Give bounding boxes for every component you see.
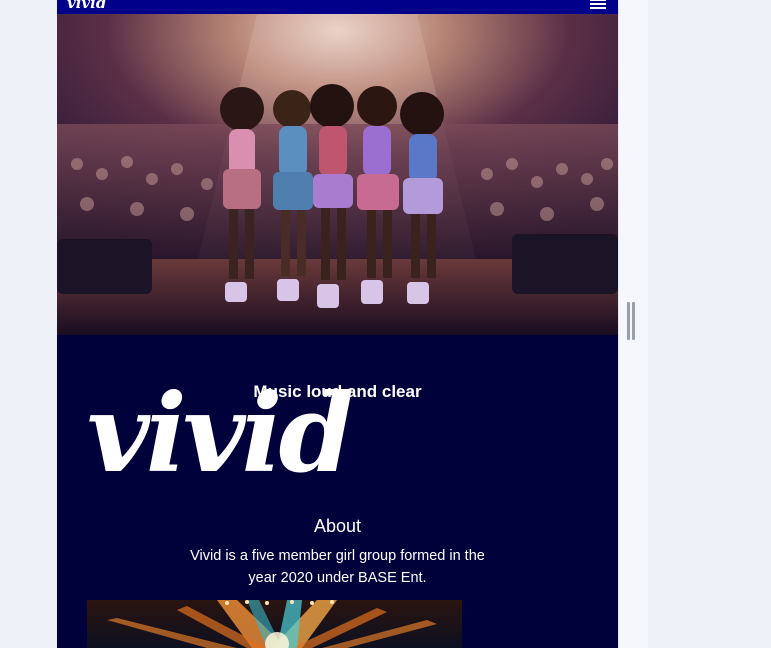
about-heading: About [313,516,362,536]
hero-image [57,14,618,335]
vivid-logo: vivid [87,371,354,497]
about-description: Vivid is a five member girl group formed… [190,548,485,586]
hamburger-menu-icon[interactable] [590,0,606,9]
stage-lights-image [87,600,462,648]
resize-handle[interactable] [627,302,637,340]
nav-logo[interactable]: vivid [67,0,106,12]
navbar: vivid [57,0,618,14]
left-gutter [0,0,57,648]
page-viewport: vivid Music loud and clear vivid About V… [57,0,618,648]
